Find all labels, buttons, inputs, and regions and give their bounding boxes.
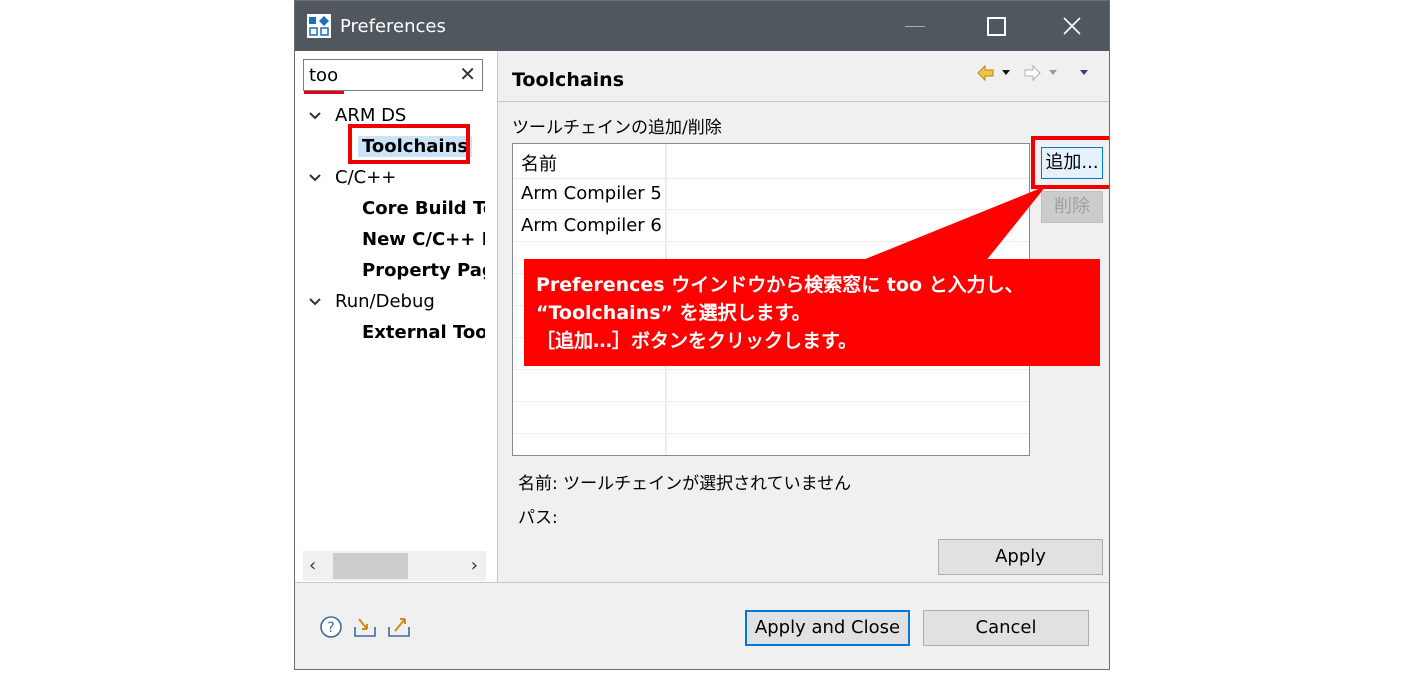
callout-line-3: ［追加…］ボタンをクリックします。: [536, 330, 858, 352]
page-title: Toolchains: [512, 69, 625, 91]
row-divider: [513, 241, 1029, 242]
table-header-name: 名前: [521, 154, 557, 175]
selected-name-info: 名前: ツールチェインが選択されていません: [518, 474, 852, 494]
toolchains-highlight-box: [348, 124, 470, 164]
close-icon: [1063, 17, 1081, 35]
cancel-button[interactable]: Cancel: [923, 610, 1089, 646]
tree-item-core-build[interactable]: Core Build Too: [362, 194, 485, 224]
window-title: Preferences: [340, 16, 446, 37]
tree-group-label: C/C++: [335, 167, 397, 188]
scroll-right-icon[interactable]: ›: [471, 555, 478, 576]
selected-path-info: パス:: [518, 508, 558, 528]
chevron-down-icon: [309, 298, 321, 306]
table-row[interactable]: Arm Compiler 6: [521, 215, 662, 236]
preferences-app-icon: [307, 14, 331, 38]
close-button[interactable]: [1052, 11, 1092, 41]
chevron-down-icon: [309, 112, 321, 120]
maximize-button[interactable]: [975, 11, 1015, 41]
tree-group-label: ARM DS: [335, 105, 407, 126]
callout-line-1: Preferences ウインドウから検索窓に too と入力し、: [536, 274, 1024, 296]
callout-line-2: “Toolchains” を選択します。: [536, 302, 811, 324]
svg-text:?: ?: [327, 620, 334, 636]
minimize-button[interactable]: [895, 11, 935, 41]
row-divider: [513, 369, 1029, 370]
tree-item-label: External Tools: [362, 322, 485, 343]
row-divider: [513, 209, 1029, 210]
dialog-footer: ? Apply and Close Cancel: [295, 582, 1109, 669]
tree-item-property-pages[interactable]: Property Page: [362, 256, 485, 286]
import-icon[interactable]: [353, 615, 377, 639]
chevron-down-icon: [309, 174, 321, 182]
row-divider: [513, 401, 1029, 402]
tree-item-label: Core Build Too: [362, 198, 485, 219]
toolchain-group-label: ツールチェインの追加/削除: [512, 118, 722, 138]
scrollbar-thumb[interactable]: [333, 553, 408, 579]
tree-group-cpp[interactable]: C/C++: [309, 163, 396, 193]
apply-and-close-button[interactable]: Apply and Close: [745, 610, 910, 646]
tree-group-run-debug[interactable]: Run/Debug: [309, 287, 435, 317]
preference-tree: ARM DS Toolchains C/C++ Core Build Too N…: [295, 101, 485, 541]
clear-search-icon[interactable]: ✕: [459, 62, 476, 86]
tree-item-label: New C/C++ P: [362, 229, 485, 250]
tree-item-label: Property Page: [362, 260, 485, 281]
horizontal-scrollbar[interactable]: ‹ ›: [303, 551, 486, 581]
navigation-toolbar: [977, 64, 1088, 82]
instruction-callout: Preferences ウインドウから検索窓に too と入力し、 “Toolc…: [524, 259, 1100, 366]
title-bar[interactable]: Preferences: [295, 1, 1109, 51]
tree-item-external-tools[interactable]: External Tools: [362, 318, 485, 348]
search-input[interactable]: too ✕: [303, 59, 483, 94]
remove-toolchain-button[interactable]: 削除: [1041, 191, 1103, 223]
view-menu-icon[interactable]: [1080, 70, 1088, 75]
tree-item-new-cpp[interactable]: New C/C++ P: [362, 225, 485, 255]
export-icon[interactable]: [387, 615, 411, 639]
back-dropdown-icon[interactable]: [1002, 70, 1010, 75]
row-divider: [513, 433, 1029, 434]
add-button-highlight-box: [1031, 136, 1109, 189]
scroll-left-icon[interactable]: ‹: [309, 555, 316, 576]
row-divider: [513, 178, 1029, 179]
table-row[interactable]: Arm Compiler 5: [521, 183, 662, 204]
preference-tree-pane: too ✕ ARM DS Toolchains C/C++ Core Build…: [295, 51, 498, 582]
help-icon[interactable]: ?: [319, 615, 343, 639]
forward-arrow-icon[interactable]: [1024, 64, 1041, 82]
search-highlight-underline: [304, 91, 344, 94]
back-arrow-icon[interactable]: [977, 64, 994, 82]
forward-dropdown-icon[interactable]: [1049, 70, 1057, 75]
tree-group-label: Run/Debug: [335, 291, 435, 312]
apply-button[interactable]: Apply: [938, 539, 1103, 575]
search-value: too: [309, 65, 339, 86]
header-divider: [498, 101, 1109, 102]
